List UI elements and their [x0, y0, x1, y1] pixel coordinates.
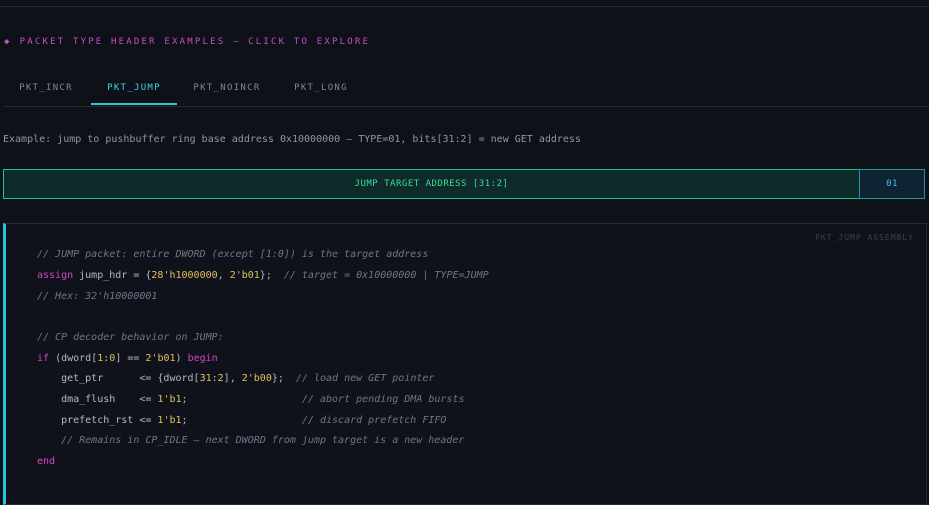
code-text: (dword[	[49, 353, 98, 364]
code-text: ;	[181, 394, 302, 405]
tab-pkt-noincr[interactable]: PKT_NOINCR	[179, 72, 275, 105]
code-line: end	[37, 456, 56, 467]
code-text: dma_flush <=	[37, 394, 158, 405]
code-text: get_ptr <= {dword[	[37, 373, 200, 384]
code-text: jump_hdr = {	[73, 270, 152, 281]
code-comment: // target = 0x10000000 | TYPE=JUMP	[283, 270, 489, 281]
top-divider	[0, 6, 929, 7]
code-comment: // load new GET pointer	[295, 373, 435, 384]
packet-type-tabs: PKT_INCR PKT_JUMP PKT_NOINCR PKT_LONG	[3, 72, 929, 107]
code-number: 1'b1	[157, 415, 182, 426]
code-text: };	[271, 373, 296, 384]
tab-pkt-long[interactable]: PKT_LONG	[278, 72, 364, 105]
code-text: ,	[217, 270, 230, 281]
code-keyword: if	[37, 353, 50, 364]
code-line: assign jump_hdr = {28'h1000000, 2'b01}; …	[37, 270, 489, 281]
code-text: )	[175, 353, 188, 364]
example-description: Example: jump to pushbuffer ring base ad…	[3, 134, 581, 145]
field-jump-target-address: JUMP TARGET ADDRESS [31:2]	[3, 169, 860, 199]
field-type-bits: 01	[859, 169, 925, 199]
code-line: if (dword[1:0] == 2'b01) begin	[37, 353, 218, 364]
code-text: prefetch_rst <=	[37, 415, 158, 426]
code-number: 2'b00	[241, 373, 272, 384]
code-line: // CP decoder behavior on JUMP:	[37, 332, 224, 343]
tab-pkt-jump[interactable]: PKT_JUMP	[91, 72, 177, 105]
code-number: 1'b1	[157, 394, 182, 405]
code-number: 2'b01	[145, 353, 176, 364]
code-line: prefetch_rst <= 1'b1; // discard prefetc…	[37, 415, 446, 426]
code-text: ],	[223, 373, 242, 384]
code-line: get_ptr <= {dword[31:2], 2'b00}; // load…	[37, 373, 434, 384]
code-text: ;	[181, 415, 302, 426]
code-line: // JUMP packet: entire DWORD (except [1:…	[37, 249, 429, 260]
code-comment: // abort pending DMA bursts	[301, 394, 465, 405]
code-text: };	[259, 270, 284, 281]
header-bitfield: JUMP TARGET ADDRESS [31:2] 01	[3, 169, 925, 199]
code-line: // Hex: 32'h10000001	[37, 291, 158, 302]
code-keyword: assign	[37, 270, 74, 281]
code-comment: // discard prefetch FIFO	[301, 415, 447, 426]
code-line: dma_flush <= 1'b1; // abort pending DMA …	[37, 394, 465, 405]
code-text: ] ==	[115, 353, 146, 364]
section-title-text: PACKET TYPE HEADER EXAMPLES — CLICK TO E…	[19, 37, 371, 47]
diamond-icon: ◆	[4, 37, 12, 47]
code-line: // Remains in CP_IDLE — next DWORD from …	[37, 435, 465, 446]
section-title: ◆ PACKET TYPE HEADER EXAMPLES — CLICK TO …	[4, 37, 370, 47]
code-caption: PKT_JUMP ASSEMBLY	[815, 233, 914, 242]
code-panel: PKT_JUMP ASSEMBLY // JUMP packet: entire…	[3, 223, 927, 505]
code-number: 28'h1000000	[151, 270, 218, 281]
code-number: 2'b01	[229, 270, 260, 281]
code-keyword: begin	[187, 353, 218, 364]
tab-pkt-incr[interactable]: PKT_INCR	[3, 72, 89, 105]
code-number: 31	[199, 373, 212, 384]
